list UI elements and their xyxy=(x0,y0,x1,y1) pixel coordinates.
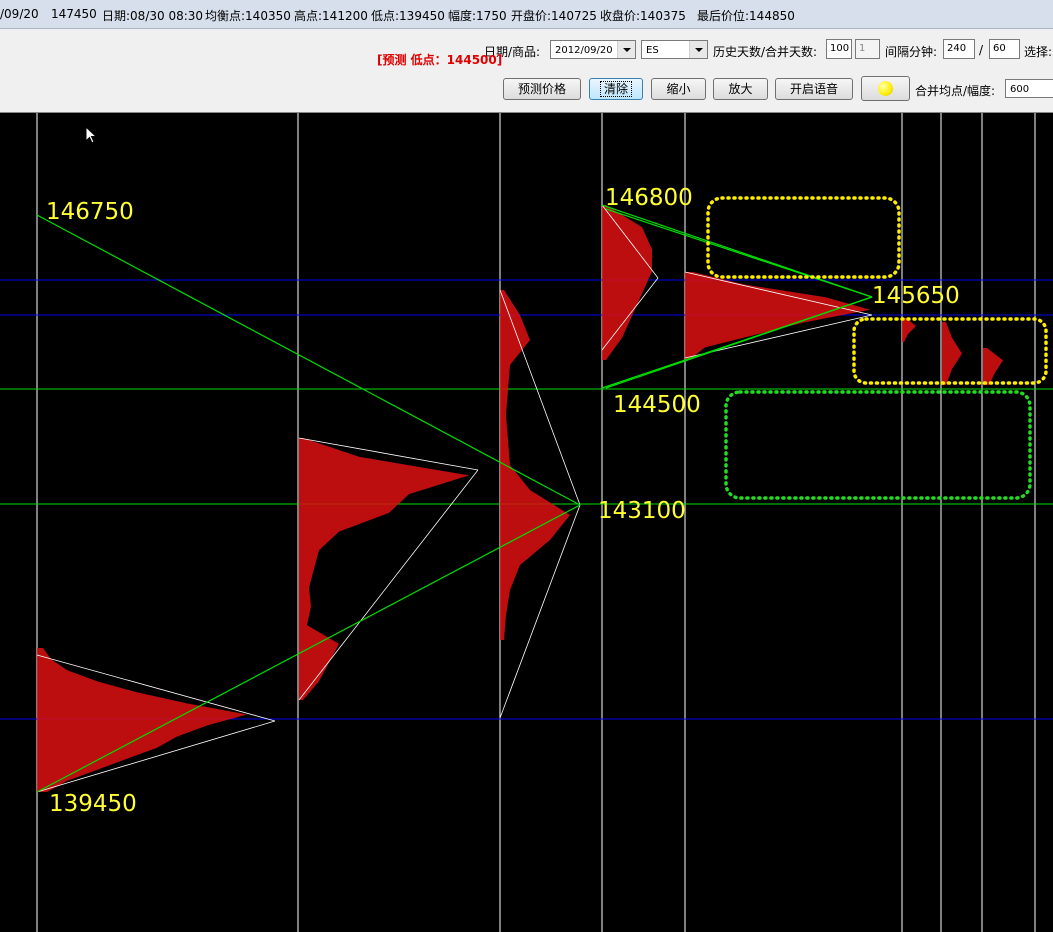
mouse-cursor-icon xyxy=(85,126,98,144)
zoom-out-button[interactable]: 缩小 xyxy=(651,78,706,100)
profile-fill xyxy=(902,318,916,342)
merge-select[interactable]: 600 xyxy=(1005,79,1053,98)
status-date-time: 日期:08/30 08:30 xyxy=(102,9,204,23)
price-label-144500: 144500 xyxy=(613,392,701,418)
status-high: 高点:141200 xyxy=(294,9,368,23)
merge-label: 合并均点/幅度: xyxy=(915,84,996,98)
highlight-box-yellow xyxy=(706,196,901,279)
interval-slash: / xyxy=(979,43,984,57)
clear-button[interactable]: 清除 xyxy=(589,78,643,100)
select-label: 选择: xyxy=(1024,45,1053,59)
predict-price-label: 预测价格 xyxy=(517,82,566,96)
merge-select-value: 600 xyxy=(1010,84,1030,95)
interval-b-input[interactable]: 60 xyxy=(989,39,1020,59)
merge-days-input[interactable]: 1 xyxy=(855,39,880,59)
status-range: 幅度:1750 xyxy=(448,9,507,23)
voice-button[interactable]: 开启语音 xyxy=(775,78,853,100)
interval-label: 间隔分钟: xyxy=(885,45,938,59)
status-low: 低点:139450 xyxy=(371,9,445,23)
profile-fill xyxy=(685,272,870,360)
zoom-out-label: 缩小 xyxy=(666,82,691,96)
status-last-value: 147450 xyxy=(51,7,97,21)
price-label-145650: 145650 xyxy=(872,283,960,309)
history-days-label: 历史天数/合并天数: xyxy=(713,45,818,59)
status-close: 收盘价:140375 xyxy=(600,9,686,23)
price-label-143100: 143100 xyxy=(598,498,686,524)
profile-fill xyxy=(500,290,570,640)
profile-fill xyxy=(602,205,652,360)
chevron-down-icon xyxy=(617,41,635,58)
price-label-139450: 139450 xyxy=(49,791,137,817)
history-days-input[interactable]: 100 xyxy=(826,39,852,59)
yellow-circle-icon xyxy=(878,81,893,96)
clear-label: 清除 xyxy=(599,81,632,97)
prediction-text: [预测 低点：144500] xyxy=(377,53,503,67)
status-bar: /09/20 147450 日期:08/30 08:30 均衡点:140350 … xyxy=(0,0,1053,29)
toolbar: 日期/商品: 2012/09/20 ES 历史天数/合并天数: 100 1 间隔… xyxy=(0,29,1053,113)
status-balance: 均衡点:140350 xyxy=(205,9,291,23)
chart-canvas[interactable]: 146750 146800 145650 144500 143100 139450 xyxy=(0,113,1053,932)
voice-label: 开启语音 xyxy=(789,82,838,96)
zoom-in-label: 放大 xyxy=(728,82,753,96)
profile-fill xyxy=(983,348,1003,385)
indicator-button[interactable] xyxy=(861,76,910,101)
profile-fill xyxy=(37,648,247,792)
zoom-in-button[interactable]: 放大 xyxy=(713,78,768,100)
highlight-box-green xyxy=(724,390,1032,500)
status-last-price: 最后价位:144850 xyxy=(697,9,795,23)
predict-price-button[interactable]: 预测价格 xyxy=(503,78,581,100)
profile-fill xyxy=(942,322,962,385)
interval-a-input[interactable]: 240 xyxy=(943,39,975,59)
price-label-146750: 146750 xyxy=(46,199,134,225)
profile-fill xyxy=(299,438,469,700)
date-select-value: 2012/09/20 xyxy=(555,45,613,56)
price-label-146800: 146800 xyxy=(605,185,693,211)
date-select[interactable]: 2012/09/20 xyxy=(550,40,636,59)
status-open: 开盘价:140725 xyxy=(511,9,597,23)
status-date-fragment: /09/20 xyxy=(0,7,39,21)
product-select-value: ES xyxy=(646,45,659,56)
product-select[interactable]: ES xyxy=(641,40,708,59)
chevron-down-icon xyxy=(689,41,707,58)
